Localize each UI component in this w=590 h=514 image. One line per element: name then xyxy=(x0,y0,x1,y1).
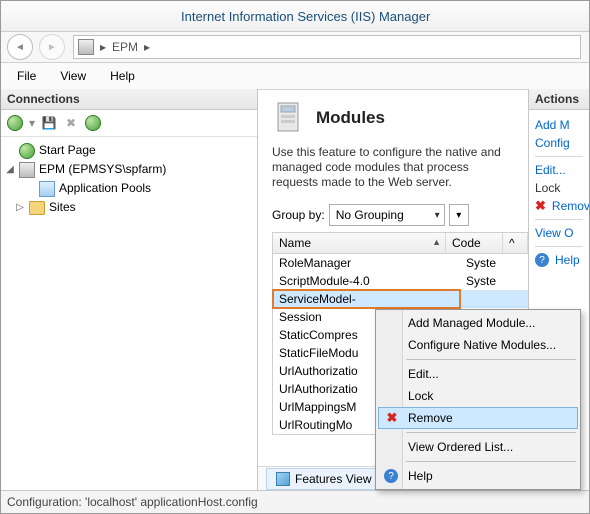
breadcrumb-sep: ▸ xyxy=(100,40,106,54)
ctx-configure-native-modules[interactable]: Configure Native Modules... xyxy=(378,334,578,356)
context-menu[interactable]: Add Managed Module... Configure Native M… xyxy=(375,309,581,490)
module-name: ScriptModule-4.0 xyxy=(273,272,460,290)
expander-icon[interactable]: ▷ xyxy=(15,198,25,217)
ctx-lock[interactable]: Lock xyxy=(378,385,578,407)
action-lock[interactable]: Lock xyxy=(535,179,583,197)
ctx-help[interactable]: ?Help xyxy=(378,465,578,487)
ctx-add-managed-module[interactable]: Add Managed Module... xyxy=(378,312,578,334)
modules-feature-icon xyxy=(272,101,306,135)
ctx-view-ordered-list[interactable]: View Ordered List... xyxy=(378,436,578,458)
server-icon xyxy=(78,39,94,55)
feature-title: Modules xyxy=(316,108,385,128)
groupby-select[interactable]: No Grouping xyxy=(329,204,445,226)
tree-sites[interactable]: Sites xyxy=(49,198,76,217)
action-add-managed[interactable]: Add M xyxy=(535,116,583,134)
module-name: RoleManager xyxy=(273,254,460,272)
expander-icon[interactable]: ◢ xyxy=(5,160,15,179)
menu-view[interactable]: View xyxy=(50,66,96,86)
col-sort-caret: ^ xyxy=(503,233,528,253)
remove-icon: ✖ xyxy=(384,410,400,426)
feature-description: Use this feature to configure the native… xyxy=(272,145,512,190)
table-row[interactable]: RoleManagerSyste xyxy=(273,254,528,272)
breadcrumb[interactable]: ▸ EPM ▸ xyxy=(73,35,581,59)
breadcrumb-node: EPM xyxy=(112,40,138,54)
help-icon: ? xyxy=(383,468,399,484)
tree-start-page[interactable]: Start Page xyxy=(39,141,96,160)
action-help[interactable]: Help xyxy=(553,251,580,269)
menu-help[interactable]: Help xyxy=(100,66,145,86)
app-pools-icon xyxy=(39,181,55,197)
connections-tree[interactable]: Start Page ◢ EPM (EPMSYS\spfarm) Applicat… xyxy=(1,137,257,491)
module-code xyxy=(460,290,522,308)
server-node-icon xyxy=(19,162,35,178)
connect-icon[interactable] xyxy=(7,115,23,131)
action-remove[interactable]: Remov xyxy=(550,197,589,215)
tree-server[interactable]: EPM (EPMSYS\spfarm) xyxy=(39,160,166,179)
action-configure-native[interactable]: Config xyxy=(535,134,583,152)
module-code: Syste xyxy=(460,272,522,290)
actions-header: Actions xyxy=(529,89,589,110)
tree-app-pools[interactable]: Application Pools xyxy=(59,179,151,198)
col-name[interactable]: Name▲ xyxy=(273,233,446,253)
module-name: ServiceModel- xyxy=(273,290,460,308)
sort-asc-icon: ▲ xyxy=(432,237,441,247)
groupby-dropdown-button[interactable]: ▾ xyxy=(449,204,469,226)
refresh-connection-icon[interactable] xyxy=(85,115,101,131)
table-row[interactable]: ScriptModule-4.0Syste xyxy=(273,272,528,290)
tab-features-view[interactable]: Features View xyxy=(266,468,380,490)
start-page-icon xyxy=(19,143,35,159)
table-row[interactable]: ServiceModel- xyxy=(273,290,528,308)
col-code[interactable]: Code xyxy=(446,233,503,253)
help-icon: ? xyxy=(535,253,549,267)
delete-icon[interactable]: ✖ xyxy=(63,115,79,131)
breadcrumb-sep: ▸ xyxy=(144,40,150,54)
menu-file[interactable]: File xyxy=(7,66,46,86)
connections-header: Connections xyxy=(1,89,257,110)
features-view-icon xyxy=(275,471,291,487)
groupby-label: Group by: xyxy=(272,208,325,222)
action-view-ordered[interactable]: View O xyxy=(535,224,583,242)
module-code: Syste xyxy=(460,254,522,272)
back-button[interactable]: ◄ xyxy=(7,34,33,60)
ctx-remove[interactable]: ✖Remove xyxy=(378,407,578,429)
forward-button[interactable]: ► xyxy=(39,34,65,60)
remove-icon: ✖ xyxy=(535,198,546,214)
ctx-edit[interactable]: Edit... xyxy=(378,363,578,385)
action-edit[interactable]: Edit... xyxy=(535,161,583,179)
sites-folder-icon xyxy=(29,200,45,216)
window-title: Internet Information Services (IIS) Mana… xyxy=(181,9,430,24)
save-icon[interactable]: 💾 xyxy=(41,115,57,131)
status-bar: Configuration: 'localhost' applicationHo… xyxy=(1,490,589,513)
